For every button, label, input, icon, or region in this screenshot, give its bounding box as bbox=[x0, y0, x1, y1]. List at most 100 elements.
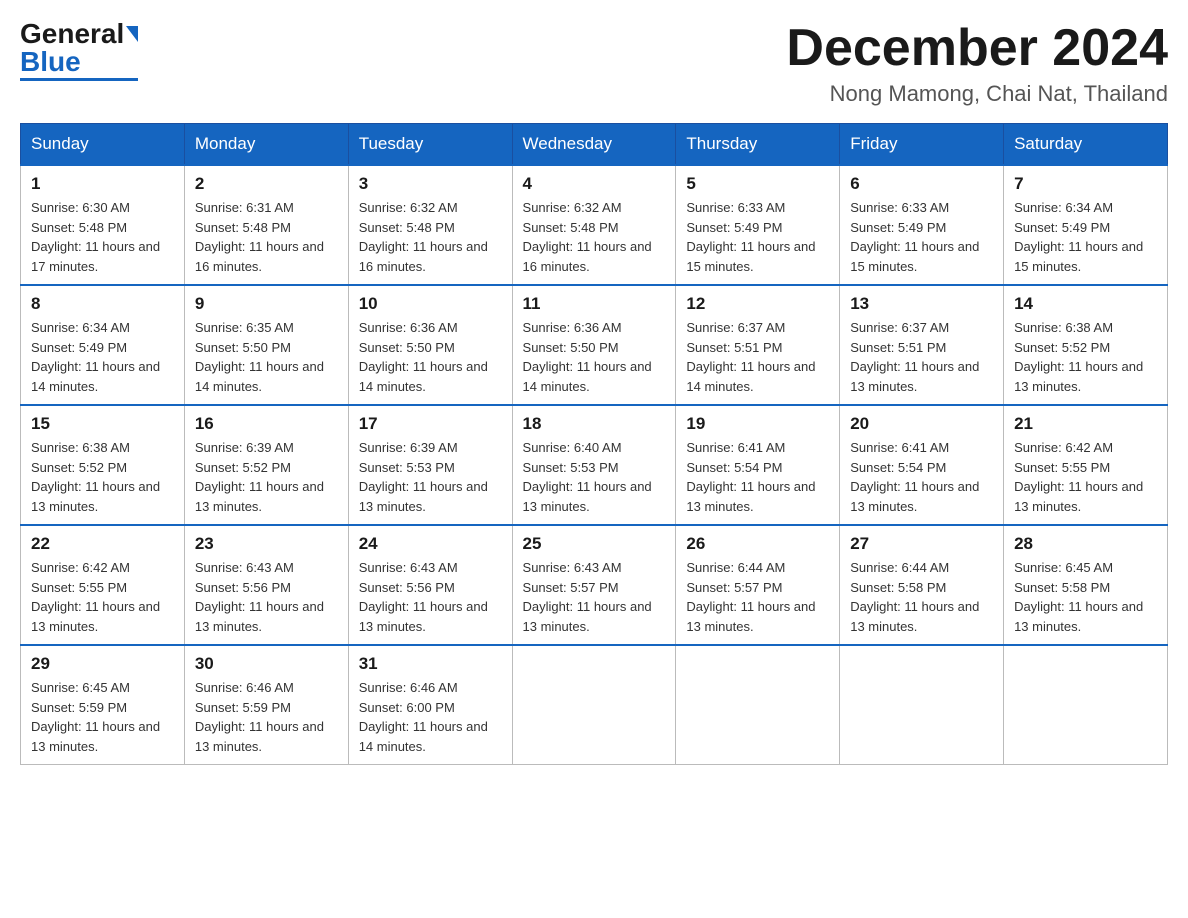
day-number: 25 bbox=[523, 534, 666, 554]
day-info: Sunrise: 6:45 AMSunset: 5:59 PMDaylight:… bbox=[31, 678, 174, 756]
month-title: December 2024 bbox=[786, 20, 1168, 77]
calendar-cell: 22 Sunrise: 6:42 AMSunset: 5:55 PMDayligh… bbox=[21, 525, 185, 645]
day-number: 11 bbox=[523, 294, 666, 314]
day-info: Sunrise: 6:36 AMSunset: 5:50 PMDaylight:… bbox=[523, 318, 666, 396]
day-number: 14 bbox=[1014, 294, 1157, 314]
header-wednesday: Wednesday bbox=[512, 124, 676, 166]
week-row-5: 29 Sunrise: 6:45 AMSunset: 5:59 PMDayligh… bbox=[21, 645, 1168, 765]
calendar-cell bbox=[1004, 645, 1168, 765]
title-area: December 2024 Nong Mamong, Chai Nat, Tha… bbox=[786, 20, 1168, 107]
location-title: Nong Mamong, Chai Nat, Thailand bbox=[786, 81, 1168, 107]
day-number: 22 bbox=[31, 534, 174, 554]
day-number: 18 bbox=[523, 414, 666, 434]
day-info: Sunrise: 6:46 AMSunset: 5:59 PMDaylight:… bbox=[195, 678, 338, 756]
day-info: Sunrise: 6:39 AMSunset: 5:52 PMDaylight:… bbox=[195, 438, 338, 516]
day-info: Sunrise: 6:43 AMSunset: 5:56 PMDaylight:… bbox=[359, 558, 502, 636]
logo-underline bbox=[20, 78, 138, 81]
week-row-2: 8Sunrise: 6:34 AMSunset: 5:49 PMDaylight… bbox=[21, 285, 1168, 405]
calendar-table: Sunday Monday Tuesday Wednesday Thursday… bbox=[20, 123, 1168, 765]
calendar-cell: 17 Sunrise: 6:39 AMSunset: 5:53 PMDayligh… bbox=[348, 405, 512, 525]
day-number: 28 bbox=[1014, 534, 1157, 554]
day-info: Sunrise: 6:45 AMSunset: 5:58 PMDaylight:… bbox=[1014, 558, 1157, 636]
header-area: General Blue December 2024 Nong Mamong, … bbox=[20, 20, 1168, 107]
calendar-cell: 9 Sunrise: 6:35 AMSunset: 5:50 PMDaylight… bbox=[184, 285, 348, 405]
day-info: Sunrise: 6:46 AMSunset: 6:00 PMDaylight:… bbox=[359, 678, 502, 756]
day-number: 4 bbox=[523, 174, 666, 194]
day-info: Sunrise: 6:34 AMSunset: 5:49 PMDaylight:… bbox=[1014, 198, 1157, 276]
calendar-cell: 23 Sunrise: 6:43 AMSunset: 5:56 PMDayligh… bbox=[184, 525, 348, 645]
calendar-cell: 26Sunrise: 6:44 AMSunset: 5:57 PMDayligh… bbox=[676, 525, 840, 645]
calendar-cell: 30 Sunrise: 6:46 AMSunset: 5:59 PMDayligh… bbox=[184, 645, 348, 765]
calendar-cell: 24 Sunrise: 6:43 AMSunset: 5:56 PMDayligh… bbox=[348, 525, 512, 645]
calendar-cell: 29 Sunrise: 6:45 AMSunset: 5:59 PMDayligh… bbox=[21, 645, 185, 765]
week-row-3: 15Sunrise: 6:38 AMSunset: 5:52 PMDayligh… bbox=[21, 405, 1168, 525]
day-number: 3 bbox=[359, 174, 502, 194]
day-info: Sunrise: 6:42 AMSunset: 5:55 PMDaylight:… bbox=[1014, 438, 1157, 516]
day-info: Sunrise: 6:44 AMSunset: 5:58 PMDaylight:… bbox=[850, 558, 993, 636]
logo-general-text: General bbox=[20, 20, 124, 48]
day-info: Sunrise: 6:41 AMSunset: 5:54 PMDaylight:… bbox=[686, 438, 829, 516]
day-info: Sunrise: 6:30 AMSunset: 5:48 PMDaylight:… bbox=[31, 198, 174, 276]
day-number: 8 bbox=[31, 294, 174, 314]
calendar-cell bbox=[840, 645, 1004, 765]
day-number: 26 bbox=[686, 534, 829, 554]
header-thursday: Thursday bbox=[676, 124, 840, 166]
day-number: 24 bbox=[359, 534, 502, 554]
calendar-cell: 20Sunrise: 6:41 AMSunset: 5:54 PMDayligh… bbox=[840, 405, 1004, 525]
day-number: 12 bbox=[686, 294, 829, 314]
day-info: Sunrise: 6:38 AMSunset: 5:52 PMDaylight:… bbox=[31, 438, 174, 516]
day-number: 21 bbox=[1014, 414, 1157, 434]
calendar-cell: 3 Sunrise: 6:32 AMSunset: 5:48 PMDaylight… bbox=[348, 165, 512, 285]
week-row-1: 1 Sunrise: 6:30 AMSunset: 5:48 PMDaylight… bbox=[21, 165, 1168, 285]
calendar-cell: 14 Sunrise: 6:38 AMSunset: 5:52 PMDayligh… bbox=[1004, 285, 1168, 405]
day-number: 6 bbox=[850, 174, 993, 194]
calendar-cell: 1 Sunrise: 6:30 AMSunset: 5:48 PMDaylight… bbox=[21, 165, 185, 285]
day-info: Sunrise: 6:35 AMSunset: 5:50 PMDaylight:… bbox=[195, 318, 338, 396]
calendar-cell: 7 Sunrise: 6:34 AMSunset: 5:49 PMDaylight… bbox=[1004, 165, 1168, 285]
logo-blue-text: Blue bbox=[20, 48, 81, 76]
calendar-cell: 2Sunrise: 6:31 AMSunset: 5:48 PMDaylight… bbox=[184, 165, 348, 285]
calendar-cell: 13 Sunrise: 6:37 AMSunset: 5:51 PMDayligh… bbox=[840, 285, 1004, 405]
day-info: Sunrise: 6:40 AMSunset: 5:53 PMDaylight:… bbox=[523, 438, 666, 516]
calendar-cell bbox=[512, 645, 676, 765]
calendar-cell: 5Sunrise: 6:33 AMSunset: 5:49 PMDaylight… bbox=[676, 165, 840, 285]
calendar-cell: 12Sunrise: 6:37 AMSunset: 5:51 PMDayligh… bbox=[676, 285, 840, 405]
day-info: Sunrise: 6:31 AMSunset: 5:48 PMDaylight:… bbox=[195, 198, 338, 276]
week-row-4: 22 Sunrise: 6:42 AMSunset: 5:55 PMDayligh… bbox=[21, 525, 1168, 645]
day-info: Sunrise: 6:42 AMSunset: 5:55 PMDaylight:… bbox=[31, 558, 174, 636]
day-info: Sunrise: 6:36 AMSunset: 5:50 PMDaylight:… bbox=[359, 318, 502, 396]
day-number: 23 bbox=[195, 534, 338, 554]
day-info: Sunrise: 6:37 AMSunset: 5:51 PMDaylight:… bbox=[850, 318, 993, 396]
day-info: Sunrise: 6:38 AMSunset: 5:52 PMDaylight:… bbox=[1014, 318, 1157, 396]
day-info: Sunrise: 6:39 AMSunset: 5:53 PMDaylight:… bbox=[359, 438, 502, 516]
calendar-cell: 11 Sunrise: 6:36 AMSunset: 5:50 PMDayligh… bbox=[512, 285, 676, 405]
day-number: 27 bbox=[850, 534, 993, 554]
day-info: Sunrise: 6:43 AMSunset: 5:56 PMDaylight:… bbox=[195, 558, 338, 636]
day-number: 9 bbox=[195, 294, 338, 314]
day-number: 1 bbox=[31, 174, 174, 194]
calendar-cell: 16Sunrise: 6:39 AMSunset: 5:52 PMDayligh… bbox=[184, 405, 348, 525]
day-number: 13 bbox=[850, 294, 993, 314]
calendar-cell: 8Sunrise: 6:34 AMSunset: 5:49 PMDaylight… bbox=[21, 285, 185, 405]
weekday-header-row: Sunday Monday Tuesday Wednesday Thursday… bbox=[21, 124, 1168, 166]
header-tuesday: Tuesday bbox=[348, 124, 512, 166]
day-info: Sunrise: 6:32 AMSunset: 5:48 PMDaylight:… bbox=[359, 198, 502, 276]
calendar-cell: 10 Sunrise: 6:36 AMSunset: 5:50 PMDayligh… bbox=[348, 285, 512, 405]
logo: General Blue bbox=[20, 20, 138, 81]
day-number: 7 bbox=[1014, 174, 1157, 194]
day-number: 29 bbox=[31, 654, 174, 674]
calendar-cell bbox=[676, 645, 840, 765]
day-number: 19 bbox=[686, 414, 829, 434]
day-number: 20 bbox=[850, 414, 993, 434]
day-number: 10 bbox=[359, 294, 502, 314]
day-number: 30 bbox=[195, 654, 338, 674]
calendar-cell: 31 Sunrise: 6:46 AMSunset: 6:00 PMDayligh… bbox=[348, 645, 512, 765]
calendar-cell: 18 Sunrise: 6:40 AMSunset: 5:53 PMDayligh… bbox=[512, 405, 676, 525]
header-sunday: Sunday bbox=[21, 124, 185, 166]
day-number: 5 bbox=[686, 174, 829, 194]
header-saturday: Saturday bbox=[1004, 124, 1168, 166]
day-number: 17 bbox=[359, 414, 502, 434]
calendar-cell: 28 Sunrise: 6:45 AMSunset: 5:58 PMDayligh… bbox=[1004, 525, 1168, 645]
logo-triangle-icon bbox=[126, 26, 138, 42]
day-number: 31 bbox=[359, 654, 502, 674]
